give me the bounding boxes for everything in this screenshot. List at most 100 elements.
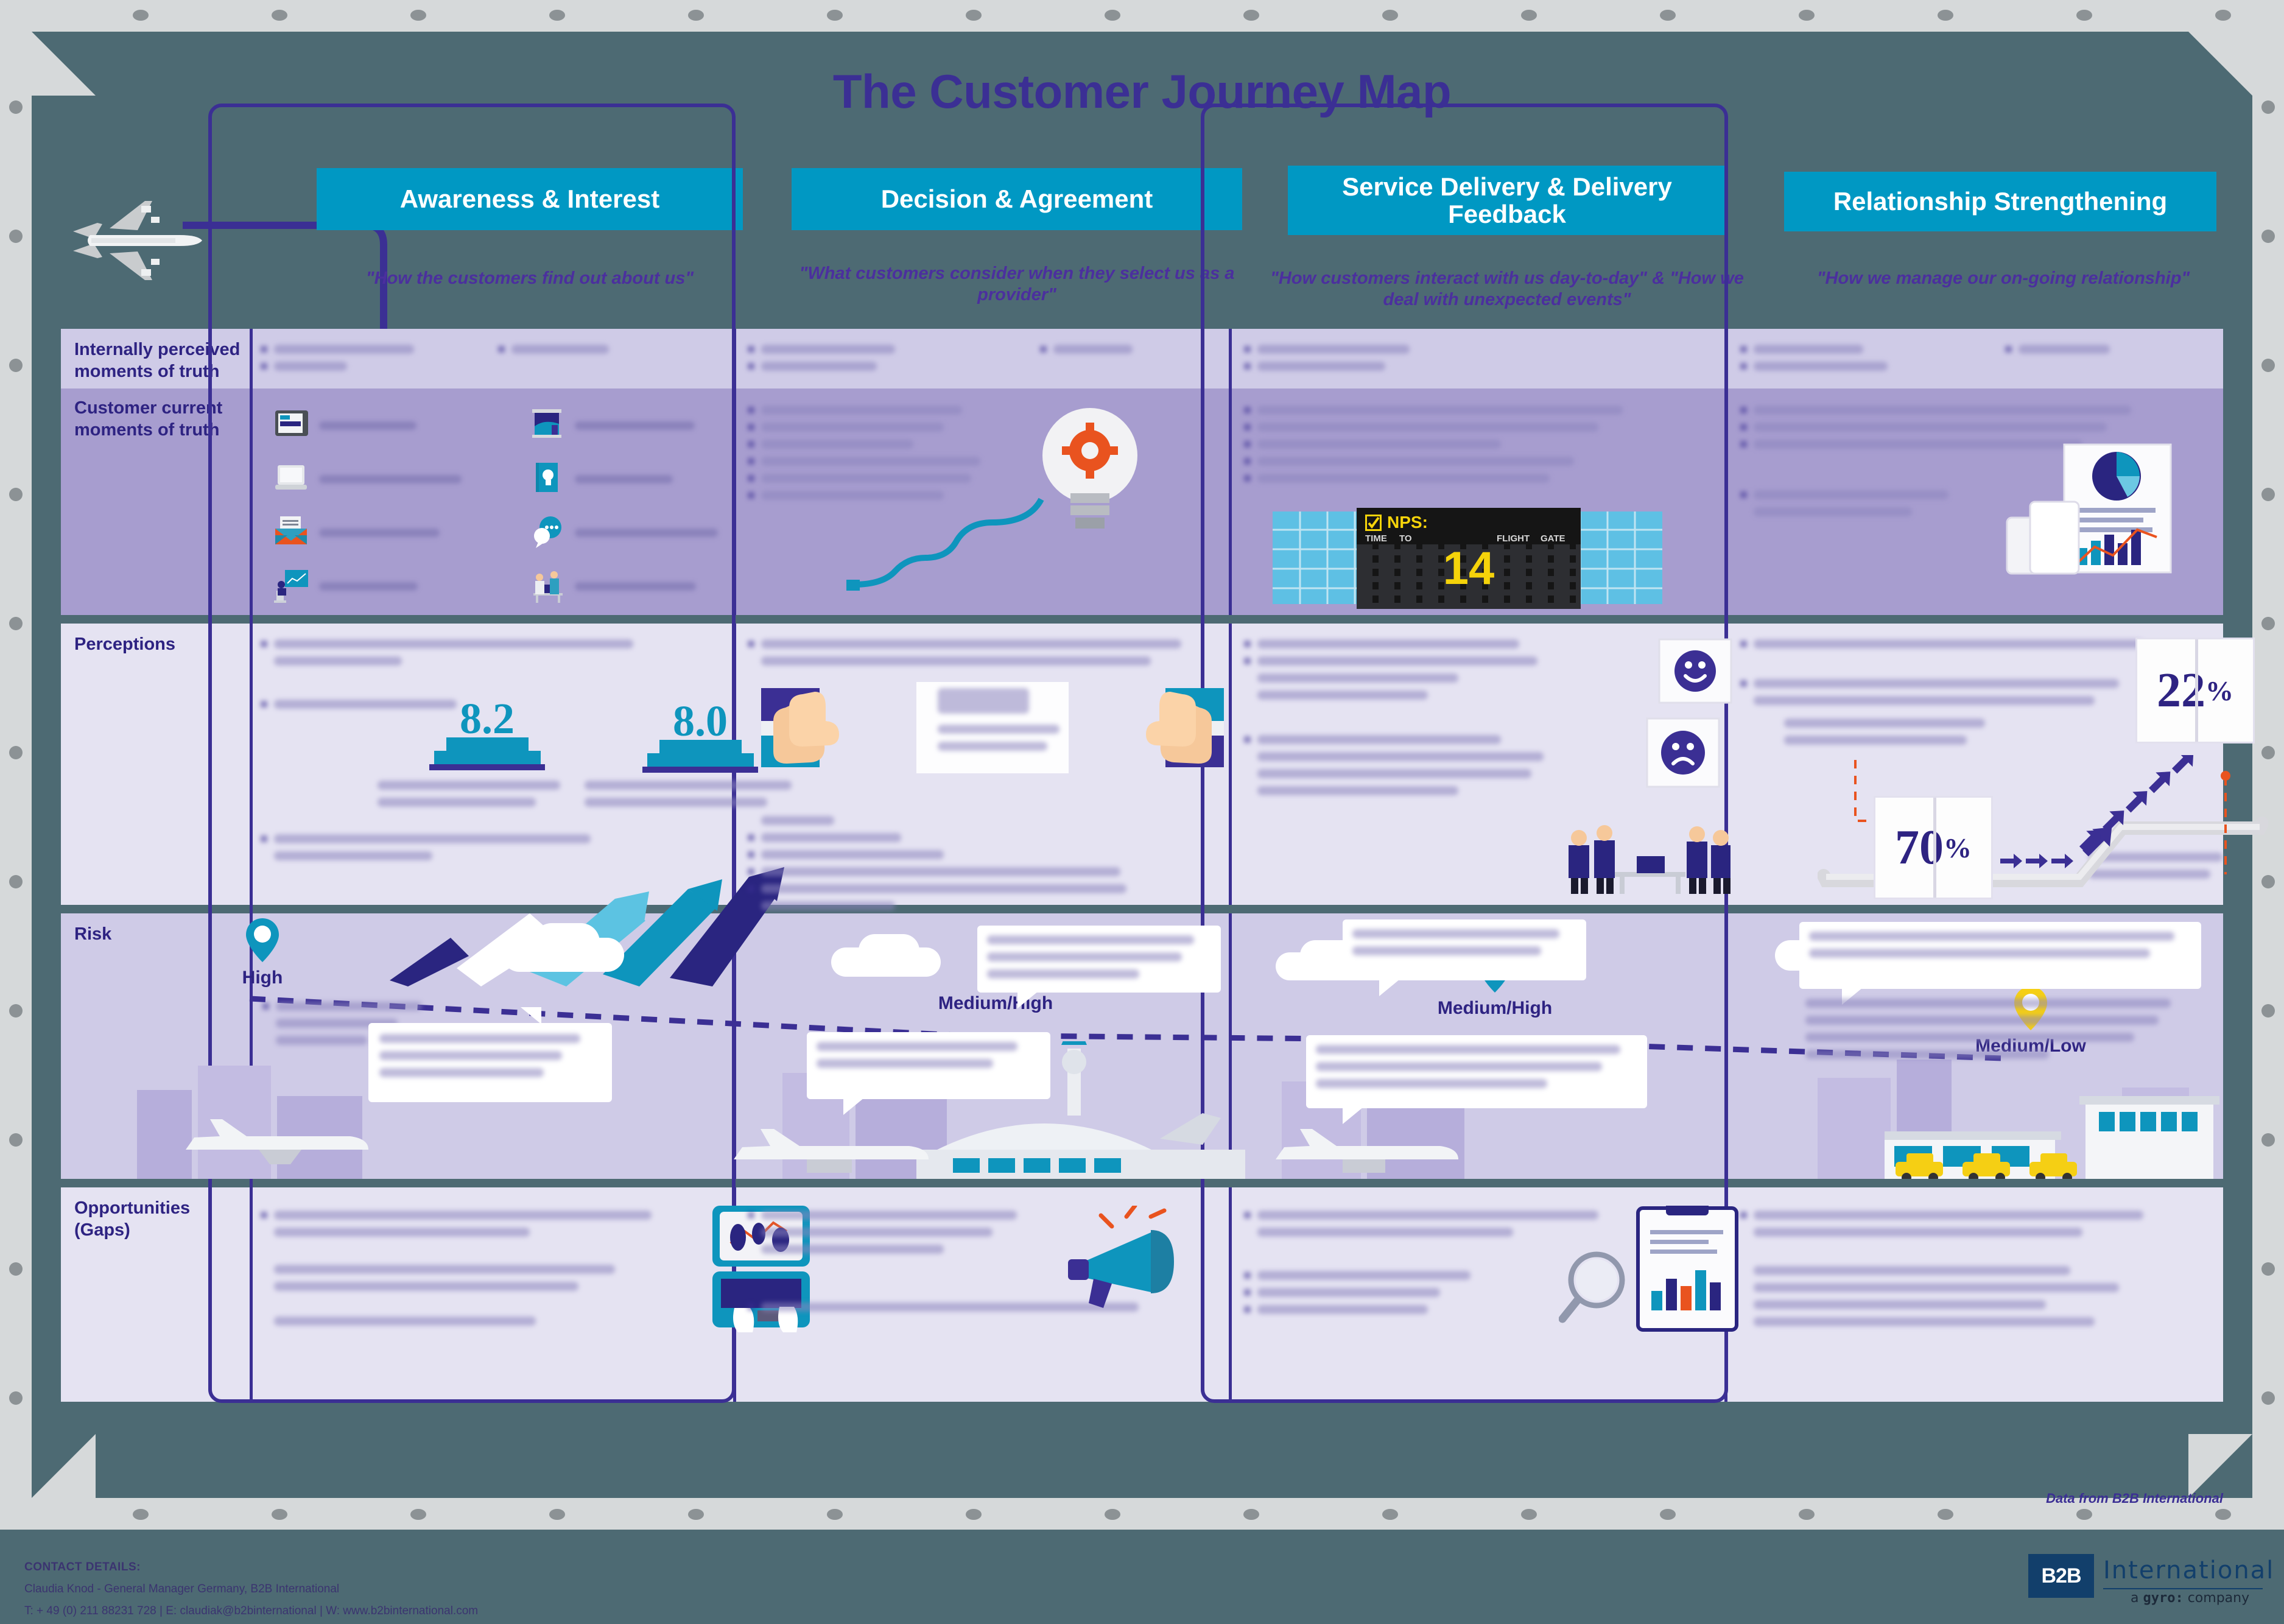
checkbox-tick-icon <box>1365 514 1382 531</box>
frame-rivet <box>2215 1509 2231 1520</box>
grid-divider-2b <box>1229 624 1232 905</box>
sad-face-icon <box>1646 717 1720 788</box>
contact-details: CONTACT DETAILS: Claudia Knod - General … <box>24 1556 478 1622</box>
row-gap-1 <box>61 615 2223 624</box>
frame-rivet <box>9 746 23 759</box>
percentage-unit-22: % <box>2205 675 2233 706</box>
presentation-icon <box>274 570 308 603</box>
contact-line[interactable]: T: + 49 (0) 211 88231 728 | E: claudiak@… <box>24 1600 478 1622</box>
data-source-credit: Data from B2B International <box>2046 1491 2223 1506</box>
grid-divider-2d <box>1229 1187 1232 1402</box>
frame-rivet <box>9 1004 23 1018</box>
frame-rivet <box>688 10 704 21</box>
frame-rivet <box>1938 1509 1953 1520</box>
frame-rivet <box>1799 10 1815 21</box>
percentage-box-70: 70 % <box>1875 798 1991 898</box>
nps-col-time: TIME <box>1365 533 1387 544</box>
bullet-list-opportunities-awareness <box>261 1211 652 1334</box>
risk-callout-decision-1 <box>977 926 1221 1008</box>
frame-rivet <box>827 10 843 21</box>
pct-callout-caption-70 <box>1784 719 1985 753</box>
stage-subtitle-decision: "What customers consider when they selec… <box>799 264 1235 304</box>
score-value-1: 8.2 <box>460 694 515 743</box>
percentage-box-22: 22 % <box>2137 639 2253 742</box>
frame-rivet <box>410 10 426 21</box>
risk-callout-decision-2 <box>807 1032 1050 1115</box>
frame-rivet <box>2076 1509 2092 1520</box>
percentage-unit-70: % <box>1944 832 1972 863</box>
airplane-taxi-icon <box>186 1119 368 1164</box>
nps-caption: NPS: <box>1387 513 1428 532</box>
laptop-icon <box>275 465 307 490</box>
risk-level-service: Medium/High <box>1437 998 1553 1018</box>
bullet-list-customer-service <box>1244 406 1623 491</box>
frame-rivet <box>2261 1262 2275 1276</box>
skyline-shape <box>1818 1078 1891 1179</box>
risk-scene: High Medium/High Medium/High Medium/Low <box>64 913 2220 1179</box>
magnifier-report-icon <box>1559 1206 1738 1332</box>
grid-divider-3a <box>1724 329 1727 615</box>
stage-subtitle-service: "How customers interact with us day-to-d… <box>1270 269 1744 309</box>
frame-rivet <box>1660 10 1676 21</box>
bullet-list-internal-awareness-2 <box>498 345 609 362</box>
frame-rivet <box>2261 230 2275 243</box>
notebook-idea-icon <box>536 463 558 492</box>
nps-value: 14 <box>1442 543 1495 594</box>
moment-of-truth-label <box>319 582 418 591</box>
stage-header-awareness[interactable]: Awareness & Interest <box>317 168 743 230</box>
score-caption-2 <box>585 781 792 815</box>
frame-rivet <box>1521 1509 1537 1520</box>
lightbulb-idea-icon <box>846 408 1137 591</box>
risk-callout-awareness <box>368 1007 612 1102</box>
frame-rivet <box>2261 488 2275 501</box>
moment-of-truth-label <box>319 421 416 430</box>
moment-of-truth-label <box>319 475 462 483</box>
logo-rule <box>2103 1588 2263 1589</box>
frame-rivet <box>549 1509 565 1520</box>
report-charts-icon <box>2006 443 2172 575</box>
stage-subtitle-awareness: "How the customers find out about us" <box>365 269 694 288</box>
frame-rivet <box>9 617 23 630</box>
stage-title-relationship: Relationship Strengthening <box>1833 187 2168 216</box>
chat-icon <box>534 516 561 548</box>
pct-callout-60-caption <box>938 688 1059 759</box>
moment-of-truth-label <box>319 529 440 537</box>
bullet-list-internal-relationship-2 <box>2005 345 2110 362</box>
risk-callout-service-1 <box>1343 919 1586 996</box>
page-title: The Customer Journey Map <box>832 65 1452 118</box>
email-icon <box>275 516 307 544</box>
percentage-value-70: 70 <box>1895 820 1944 874</box>
frame-rivet <box>9 875 23 888</box>
moment-of-truth-label <box>575 421 695 430</box>
bullet-list-internal-awareness <box>261 345 414 379</box>
risk-bullets-relationship <box>1805 999 2171 1067</box>
nps-departure-board: NPS: TIME TO FLIGHT GATE 14 <box>1273 508 1662 609</box>
frame-rivet <box>1382 10 1398 21</box>
stage-header-relationship[interactable]: Relationship Strengthening <box>1784 172 2216 231</box>
score-podium-1: 8.2 <box>426 694 548 771</box>
bullet-list-internal-decision <box>748 345 895 379</box>
stage-header-decision[interactable]: Decision & Agreement <box>792 168 1242 230</box>
risk-pin-awareness[interactable]: High <box>202 918 323 988</box>
frame-rivet <box>1938 10 1953 21</box>
stage-header-service[interactable]: Service Delivery & Delivery Feedback <box>1288 166 1726 235</box>
airplane-parked-icon <box>734 1129 929 1173</box>
frame-rivet <box>9 1391 23 1405</box>
airplane-gate-icon <box>1276 1129 1458 1173</box>
score-value-2: 8.0 <box>673 697 728 745</box>
moment-of-truth-item <box>530 569 696 604</box>
contact-heading: CONTACT DETAILS: <box>24 1561 141 1573</box>
frame-rivet <box>1243 1509 1259 1520</box>
meeting-people-icon <box>1569 825 1731 894</box>
score-podium-2: 8.0 <box>639 697 761 773</box>
row-label-customer-mot: Customer current moments of truth <box>74 398 223 440</box>
frame-rivet <box>1521 10 1537 21</box>
frame-rivet <box>2215 10 2231 21</box>
stage-title-service: Service Delivery & Delivery Feedback <box>1342 172 1672 228</box>
frame-rivet <box>2261 1133 2275 1147</box>
frame-rivet <box>410 1509 426 1520</box>
grid-divider-labels <box>250 329 253 1402</box>
logo-tagline: a gyro: company <box>2131 1591 2250 1606</box>
grid-divider-1a <box>733 329 736 615</box>
frame-rivet <box>1660 1509 1676 1520</box>
